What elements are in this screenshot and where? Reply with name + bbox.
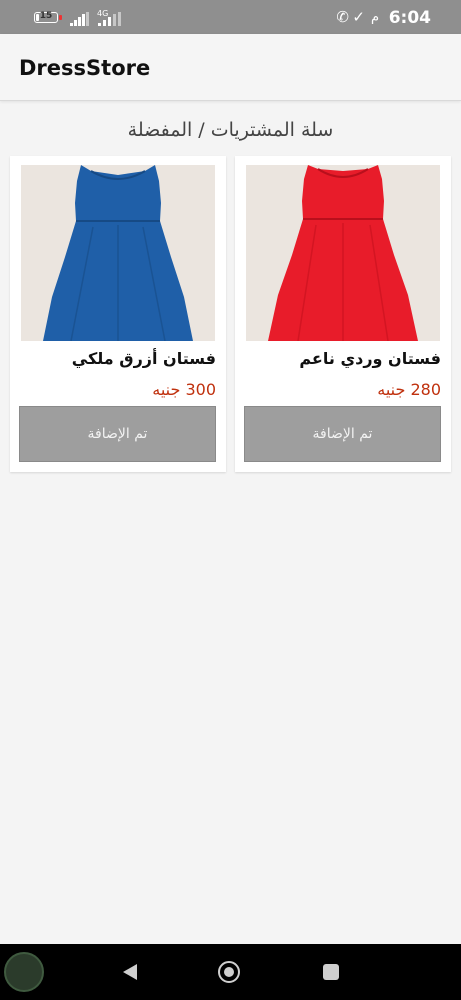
product-image[interactable] — [246, 165, 440, 341]
back-icon[interactable] — [121, 962, 139, 982]
status-bar: 15 4G ✆ ✓ م 6:04 — [0, 0, 461, 34]
app-title: DressStore — [19, 56, 151, 80]
clock: 6:04 — [388, 8, 431, 28]
call-icon: ✆ — [336, 8, 349, 26]
recent-apps-icon[interactable] — [323, 964, 339, 980]
battery-level: 15 — [39, 11, 53, 21]
signal-icon — [70, 12, 90, 26]
signal-icon — [98, 12, 122, 26]
dress-image — [268, 165, 418, 341]
product-image[interactable] — [21, 165, 215, 341]
navigation-bar — [0, 944, 461, 1000]
home-icon[interactable] — [218, 961, 240, 983]
watermark-logo — [4, 952, 44, 992]
ampm-label: م — [370, 10, 379, 25]
product-name: فستان أزرق ملكي — [71, 349, 216, 368]
product-card[interactable]: فستان أزرق ملكي 300 جنيه تم الإضافة — [10, 156, 226, 472]
page-title: سلة المشتريات / المفضلة — [127, 119, 334, 141]
product-card[interactable]: فستان وردي ناعم 280 جنيه تم الإضافة — [235, 156, 451, 472]
added-button[interactable]: تم الإضافة — [19, 406, 216, 462]
battery-icon: 15 — [34, 11, 62, 23]
check-icon: ✓ — [352, 8, 365, 26]
product-price: 300 جنيه — [152, 380, 216, 399]
product-name: فستان وردي ناعم — [299, 349, 441, 368]
app-bar: DressStore — [0, 34, 461, 101]
battery-nub — [59, 15, 62, 20]
dress-image — [43, 165, 193, 341]
added-button[interactable]: تم الإضافة — [244, 406, 441, 462]
product-price: 280 جنيه — [377, 380, 441, 399]
